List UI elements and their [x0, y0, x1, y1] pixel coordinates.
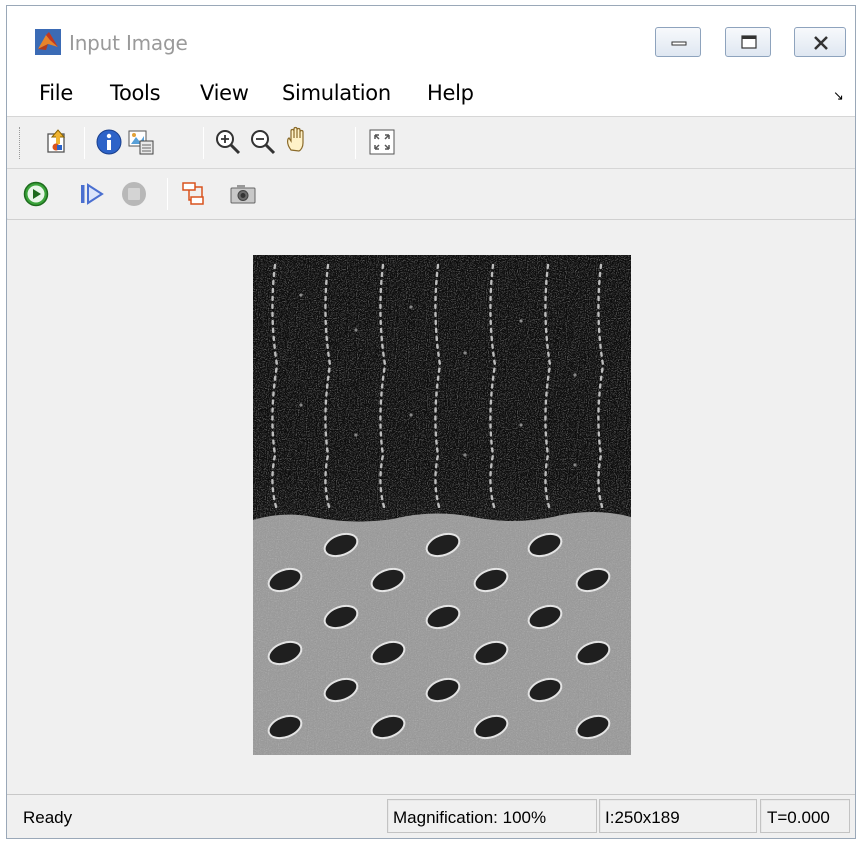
- step-forward-icon[interactable]: [78, 180, 106, 208]
- matlab-logo-icon: [35, 29, 61, 55]
- viewer-window: Input Image File Tools View Simulation H…: [6, 5, 856, 839]
- menu-help[interactable]: Help: [427, 81, 474, 105]
- run-icon[interactable]: [22, 180, 50, 208]
- minimize-icon: [671, 41, 687, 46]
- image-dimensions-readout: I:250x189: [605, 808, 680, 827]
- status-ready: Ready: [23, 808, 73, 827]
- zoom-in-icon[interactable]: [214, 128, 242, 156]
- parent-model-icon[interactable]: [44, 128, 72, 156]
- pan-hand-icon[interactable]: [283, 126, 311, 154]
- toolbar-grip: [19, 127, 22, 159]
- menu-simulation[interactable]: Simulation: [282, 81, 391, 105]
- title-bar[interactable]: Input Image: [7, 6, 855, 70]
- close-icon: [814, 36, 828, 50]
- image-properties-icon[interactable]: [127, 128, 155, 156]
- info-icon[interactable]: [95, 128, 123, 156]
- image-display-area[interactable]: [7, 219, 855, 794]
- toolbar-separator: [203, 127, 204, 159]
- stop-icon[interactable]: [120, 180, 148, 208]
- menu-bar: File Tools View Simulation Help ↘: [7, 70, 855, 116]
- toolbar-separator: [167, 178, 168, 210]
- toolbar-separator: [355, 127, 356, 159]
- snapshot-icon[interactable]: [229, 180, 257, 208]
- zoom-out-icon[interactable]: [249, 128, 277, 156]
- menu-tools[interactable]: Tools: [110, 81, 161, 105]
- minimize-button[interactable]: [655, 27, 701, 57]
- maximize-icon: [741, 35, 757, 49]
- close-button[interactable]: [794, 27, 846, 57]
- window-title: Input Image: [69, 31, 188, 55]
- texture-image-render: [253, 255, 631, 755]
- highlight-model-icon[interactable]: [180, 180, 208, 208]
- toolbar-simulation: [7, 168, 855, 218]
- toolbar-separator: [84, 127, 85, 159]
- toolbar-view: [7, 116, 855, 168]
- menu-overflow-arrow-icon[interactable]: ↘: [833, 88, 844, 104]
- magnification-readout: Magnification: 100%: [393, 808, 547, 827]
- fit-to-view-icon[interactable]: [368, 128, 396, 156]
- menu-view[interactable]: View: [200, 81, 249, 105]
- maximize-button[interactable]: [725, 27, 771, 57]
- simulation-time-readout: T=0.000: [767, 808, 830, 827]
- status-bar: Ready Magnification: 100% I:250x189 T=0.…: [7, 794, 855, 838]
- texture-image[interactable]: [253, 255, 631, 755]
- menu-file[interactable]: File: [39, 81, 73, 105]
